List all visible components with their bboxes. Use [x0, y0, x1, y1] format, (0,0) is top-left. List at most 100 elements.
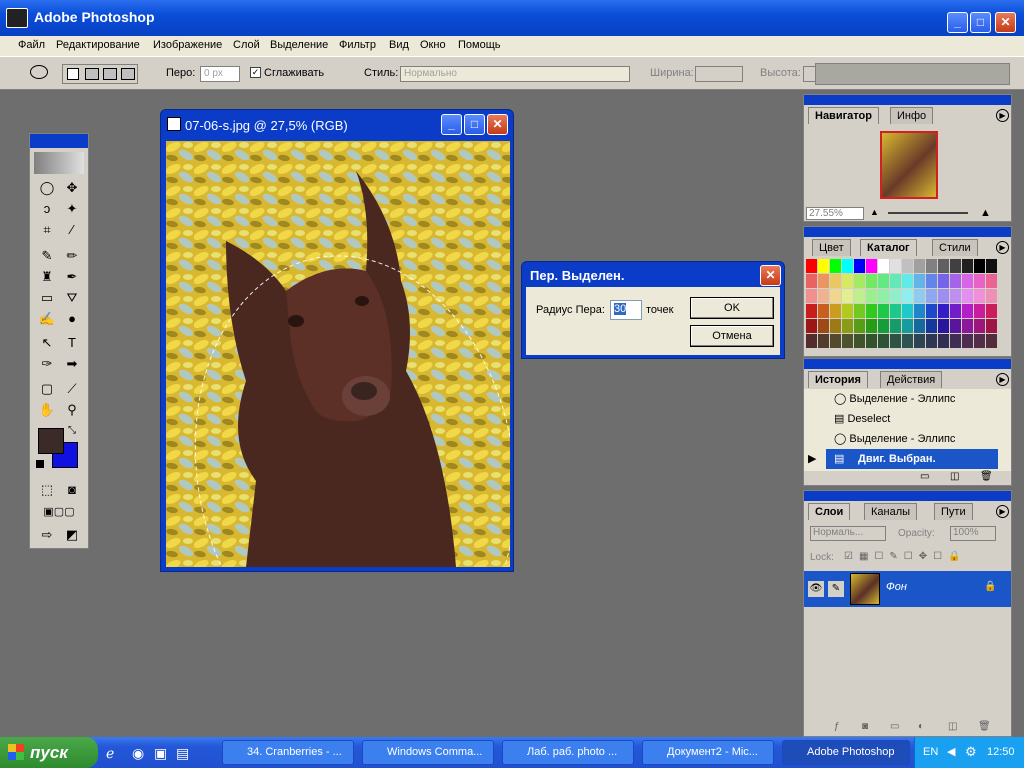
color-swatch[interactable] — [806, 289, 817, 303]
menu-select[interactable]: Выделение — [270, 39, 328, 51]
color-swatch[interactable] — [842, 304, 853, 318]
width-input[interactable] — [695, 66, 743, 82]
trash-icon[interactable]: 🗑 — [980, 471, 993, 482]
color-swatch[interactable] — [890, 304, 901, 318]
menu-view[interactable]: Вид — [389, 39, 409, 51]
standard-mode-icon[interactable]: ⬚ — [35, 480, 59, 500]
color-swatch[interactable] — [986, 274, 997, 288]
tab-actions[interactable]: Действия — [880, 371, 943, 388]
color-swatch[interactable] — [866, 259, 877, 273]
color-swatch[interactable] — [902, 304, 913, 318]
history-brush-icon[interactable]: ✒ — [60, 267, 84, 287]
new-snapshot-icon[interactable]: ◫ — [950, 471, 959, 482]
color-swatch[interactable] — [914, 259, 925, 273]
network-icon[interactable]: ⚙ — [965, 744, 977, 760]
type-tool-icon[interactable]: T — [60, 333, 84, 353]
history-item[interactable]: ◯ Выделение - Эллипс — [804, 429, 998, 449]
layers-palette-header[interactable] — [804, 491, 1011, 501]
maximize-button[interactable]: □ — [970, 12, 991, 33]
color-swatch[interactable] — [950, 304, 961, 318]
dodge-tool-icon[interactable]: ● — [60, 309, 84, 329]
color-swatch[interactable] — [854, 259, 865, 273]
color-swatch[interactable] — [938, 259, 949, 273]
feather-radius-input[interactable]: 30 — [610, 300, 642, 320]
new-set-icon[interactable]: ▭ — [890, 721, 899, 732]
color-swatch[interactable] — [866, 334, 877, 348]
brush-tool-icon[interactable]: ✏ — [60, 246, 84, 266]
color-swatch[interactable] — [830, 274, 841, 288]
hand-tool-icon[interactable]: ✋ — [35, 400, 59, 420]
zoom-out-icon[interactable]: ▲ — [870, 207, 879, 217]
intersect-selection-icon[interactable] — [121, 68, 135, 80]
ie-icon[interactable]: ℯ — [106, 745, 114, 762]
color-swatch[interactable] — [938, 274, 949, 288]
color-swatch[interactable] — [878, 259, 889, 273]
color-swatch[interactable] — [878, 319, 889, 333]
foreground-color-swatch[interactable] — [38, 428, 64, 454]
color-swatch[interactable] — [806, 319, 817, 333]
color-swatch[interactable] — [950, 289, 961, 303]
color-swatch[interactable] — [914, 274, 925, 288]
color-swatch[interactable] — [818, 304, 829, 318]
tab-catalog[interactable]: Каталог — [860, 239, 917, 256]
save-icon[interactable]: ▤ — [176, 745, 189, 762]
doc-close-button[interactable]: ✕ — [487, 114, 508, 135]
color-swatch[interactable] — [938, 319, 949, 333]
healing-brush-icon[interactable]: ✎ — [35, 246, 59, 266]
color-swatch[interactable] — [914, 319, 925, 333]
add-mask-icon[interactable]: ◙ — [862, 721, 868, 732]
screen-mode-icons[interactable]: ▣▢▢ — [35, 502, 83, 522]
tab-styles[interactable]: Стили — [932, 239, 978, 256]
eyedropper-tool-icon[interactable]: ⟋ — [60, 379, 84, 399]
marquee-tool-icon[interactable]: ◯ — [35, 178, 59, 198]
history-item[interactable]: ◯ Выделение - Эллипс — [804, 389, 998, 409]
tab-layers[interactable]: Слои — [808, 503, 851, 520]
tab-history[interactable]: История — [808, 371, 868, 388]
color-swatch[interactable] — [926, 304, 937, 318]
color-swatch[interactable] — [938, 289, 949, 303]
color-swatch[interactable] — [878, 334, 889, 348]
color-swatch[interactable] — [830, 319, 841, 333]
navigator-palette-header[interactable] — [804, 95, 1011, 105]
close-button[interactable]: ✕ — [995, 12, 1016, 33]
menu-help[interactable]: Помощь — [458, 39, 501, 51]
subtract-selection-icon[interactable] — [103, 68, 117, 80]
menu-layer[interactable]: Слой — [233, 39, 260, 51]
color-swatch[interactable] — [926, 259, 937, 273]
color-swatch[interactable] — [974, 289, 985, 303]
ellipse-marquee-icon[interactable] — [30, 65, 48, 79]
color-swatch[interactable] — [866, 274, 877, 288]
color-swatch[interactable] — [842, 289, 853, 303]
layer-style-icon[interactable]: ƒ — [834, 721, 840, 732]
color-swatch[interactable] — [986, 289, 997, 303]
new-selection-icon[interactable] — [67, 68, 79, 80]
color-swatch[interactable] — [830, 334, 841, 348]
lock-options[interactable]: ☑▦☐✎☐✥☐🔒 — [844, 551, 1004, 562]
color-swatch[interactable] — [974, 319, 985, 333]
color-swatch[interactable] — [878, 289, 889, 303]
ok-button[interactable]: OK — [690, 297, 774, 319]
color-swatch[interactable] — [974, 259, 985, 273]
color-swatch[interactable] — [914, 334, 925, 348]
color-swatch[interactable] — [974, 304, 985, 318]
photoshop-app-icon[interactable] — [6, 8, 28, 28]
color-swatch[interactable] — [902, 334, 913, 348]
color-swatch[interactable] — [806, 274, 817, 288]
color-swatch[interactable] — [926, 274, 937, 288]
color-swatch[interactable] — [854, 289, 865, 303]
color-swatch[interactable] — [950, 274, 961, 288]
brush-link-icon[interactable]: ✎ — [828, 581, 844, 597]
color-swatch[interactable] — [842, 274, 853, 288]
default-colors-icon[interactable] — [36, 460, 44, 468]
color-swatch[interactable] — [902, 289, 913, 303]
color-swatch[interactable] — [962, 274, 973, 288]
eye-icon[interactable]: 👁 — [808, 581, 824, 597]
image-canvas[interactable] — [166, 141, 510, 567]
color-swatch[interactable] — [974, 274, 985, 288]
feather-dialog[interactable]: Пер. Выделен. ✕ Радиус Пера: 30 точек OK… — [521, 261, 785, 359]
color-swatch[interactable] — [986, 259, 997, 273]
zoom-in-icon[interactable]: ▲ — [980, 207, 991, 219]
color-swatch[interactable] — [806, 334, 817, 348]
color-swatch[interactable] — [950, 259, 961, 273]
color-swatch[interactable] — [926, 334, 937, 348]
